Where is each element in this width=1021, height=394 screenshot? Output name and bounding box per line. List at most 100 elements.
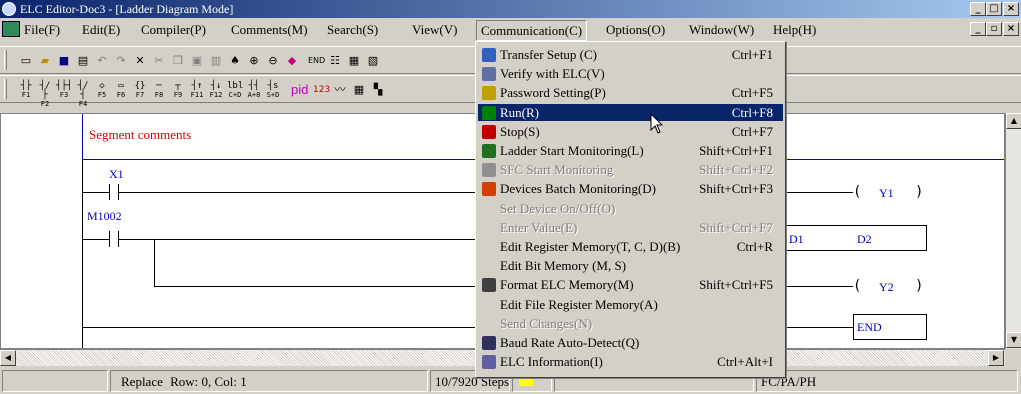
menu-item-sfc-start-monitoring[interactable]: SFC Start Monitoring Shift+Ctrl+F2 bbox=[478, 161, 783, 178]
menu-item-baud-rate-auto-detect[interactable]: Baud Rate Auto-Detect(Q) bbox=[478, 334, 783, 351]
doc-close-button[interactable]: × bbox=[1003, 22, 1019, 36]
f2-contact-icon[interactable]: ┤/├ F2 bbox=[37, 82, 53, 109]
shift-d-icon[interactable]: ┤s S+D bbox=[265, 82, 281, 100]
menu-item-verify-with-elc[interactable]: Verify with ELC(V) bbox=[478, 65, 783, 82]
zoom-out-icon[interactable]: ⊖ bbox=[265, 53, 281, 69]
menu-item-edit-file-register-memory[interactable]: Edit File Register Memory(A) bbox=[478, 296, 783, 313]
contact-label-m1002: M1002 bbox=[87, 209, 122, 223]
doc-restore-button[interactable]: ▫ bbox=[986, 22, 1002, 36]
menu-item-enter-value[interactable]: Enter Value(E) Shift+Ctrl+F7 bbox=[478, 219, 783, 236]
coil-y2-left[interactable]: ( bbox=[853, 278, 861, 294]
label-icon[interactable]: lbl C+D bbox=[227, 82, 243, 100]
grid-icon[interactable]: ▦ bbox=[351, 82, 367, 98]
coil-y2-right[interactable]: ) bbox=[915, 278, 923, 294]
menu-item-shortcut: Shift+Ctrl+F3 bbox=[699, 181, 773, 197]
coil-y1-left[interactable]: ( bbox=[853, 184, 861, 200]
menu-comments[interactable]: Comments(M) bbox=[231, 22, 308, 38]
maximize-button[interactable]: □ bbox=[986, 2, 1002, 16]
f7-bracket-icon[interactable]: {} F7 bbox=[132, 82, 148, 100]
menu-item-ladder-start-monitoring[interactable]: Ladder Start Monitoring(L) Shift+Ctrl+F1 bbox=[478, 142, 783, 159]
menu-item-shortcut: Shift+Ctrl+F1 bbox=[699, 143, 773, 158]
zoom-in-icon[interactable]: ⊕ bbox=[246, 53, 262, 69]
f11-rising-icon[interactable]: ┤↑ F11 bbox=[189, 82, 205, 100]
wave-icon[interactable]: 〰 bbox=[332, 82, 348, 98]
menu-edit[interactable]: Edit(E) bbox=[82, 22, 120, 38]
instruction-mode-icon[interactable]: ▦ bbox=[346, 53, 362, 69]
scroll-left-icon[interactable]: ◀ bbox=[0, 350, 16, 366]
new-file-icon[interactable]: ▭ bbox=[18, 53, 34, 69]
sfc-mode-icon[interactable]: ▧ bbox=[365, 53, 381, 69]
end-instruction[interactable]: END bbox=[853, 314, 927, 340]
paste-special-icon[interactable]: ▥ bbox=[208, 53, 224, 69]
instruction-box[interactable]: D1 D2 bbox=[787, 225, 927, 251]
numbers-icon[interactable]: 123 bbox=[313, 82, 330, 98]
menu-item-transfer-setup[interactable]: Transfer Setup (C) Ctrl+F1 bbox=[478, 46, 783, 63]
vertical-scrollbar[interactable]: ▲ ▼ bbox=[1005, 113, 1021, 349]
f8-horizontal-line-icon[interactable]: ─ F8 bbox=[151, 82, 167, 100]
menu-item-run[interactable]: Run(R) Ctrl+F8 bbox=[478, 103, 783, 121]
cut-icon[interactable]: ✂ bbox=[151, 53, 167, 69]
menu-item-edit-bit-memory[interactable]: Edit Bit Memory (M, S) bbox=[478, 257, 783, 274]
menu-item-label: Password Setting(P) bbox=[500, 85, 606, 101]
menu-item-password-setting[interactable]: Password Setting(P) Ctrl+F5 bbox=[478, 84, 783, 101]
menu-item-stop[interactable]: Stop(S) Ctrl+F7 bbox=[478, 123, 783, 140]
f3-contact-icon[interactable]: ┤├┤ F3 bbox=[56, 82, 72, 100]
menu-item-edit-register-memory[interactable]: Edit Register Memory(T, C, D)(B) Ctrl+R bbox=[478, 238, 783, 255]
app-icon[interactable] bbox=[2, 2, 16, 16]
menu-communication[interactable]: Communication(C) bbox=[476, 20, 588, 41]
f9-vertical-line-icon[interactable]: ┬ F9 bbox=[170, 82, 186, 100]
contact-m1002-left[interactable] bbox=[109, 231, 110, 247]
ladder-end-icon[interactable]: END bbox=[308, 53, 325, 69]
coil-y1-right[interactable]: ) bbox=[915, 184, 923, 200]
status-position: Row: 0, Col: 1 bbox=[170, 374, 247, 389]
open-folder-icon[interactable]: ▰ bbox=[37, 53, 53, 69]
ladder-mode-icon[interactable]: ☷ bbox=[327, 53, 343, 69]
pid-button[interactable]: pid bbox=[291, 82, 308, 97]
redo-icon[interactable]: ↷ bbox=[113, 53, 129, 69]
menu-file[interactable]: File(F) bbox=[24, 22, 60, 38]
doc-minimize-button[interactable]: _ bbox=[970, 22, 986, 36]
menu-options[interactable]: Options(O) bbox=[606, 22, 665, 38]
menu-window[interactable]: Window(W) bbox=[689, 22, 754, 38]
menu-item-set-device-on-off[interactable]: Set Device On/Off(O) bbox=[478, 200, 783, 217]
rung-wire bbox=[83, 327, 477, 328]
minimize-button[interactable]: _ bbox=[970, 2, 986, 16]
end-label: END bbox=[857, 320, 882, 334]
delete-icon[interactable]: ✕ bbox=[132, 53, 148, 69]
menu-item-elc-information[interactable]: ELC Information(I) Ctrl+Alt+I bbox=[478, 353, 783, 370]
copy-icon[interactable]: ❐ bbox=[170, 53, 186, 69]
menu-compiler[interactable]: Compiler(P) bbox=[141, 22, 206, 38]
alt-f8-icon[interactable]: ┤┤ A+8 bbox=[246, 82, 262, 100]
menu-item-send-changes[interactable]: Send Changes(N) bbox=[478, 315, 783, 332]
f5-coil-icon[interactable]: ◇ F5 bbox=[94, 82, 110, 100]
paste-icon[interactable]: ▣ bbox=[189, 53, 205, 69]
rung-wire bbox=[787, 286, 853, 287]
f1-contact-icon[interactable]: ┤├ F1 bbox=[18, 82, 34, 100]
menu-help[interactable]: Help(H) bbox=[773, 22, 816, 38]
left-power-rail bbox=[82, 160, 83, 348]
menu-view[interactable]: View(V) bbox=[412, 22, 457, 38]
scroll-right-icon[interactable]: ▶ bbox=[988, 350, 1004, 366]
print-icon[interactable]: ▤ bbox=[75, 53, 91, 69]
scroll-up-icon[interactable]: ▲ bbox=[1006, 113, 1021, 129]
toolbar-grip[interactable] bbox=[4, 50, 7, 70]
f4-contact-icon[interactable]: ┤/┤ F4 bbox=[75, 82, 91, 109]
menu-item-devices-batch-monitoring[interactable]: Devices Batch Monitoring(D) Shift+Ctrl+F3 bbox=[478, 180, 783, 197]
toolbar-grip-2[interactable] bbox=[4, 79, 7, 99]
save-icon[interactable]: ■ bbox=[56, 53, 72, 69]
menu-item-format-elc-memory[interactable]: Format ELC Memory(M) Shift+Ctrl+F5 bbox=[478, 276, 783, 293]
menu-item-shortcut: Ctrl+F8 bbox=[731, 104, 773, 120]
close-button[interactable]: × bbox=[1003, 2, 1019, 16]
help-book-icon[interactable]: ◆ bbox=[284, 53, 300, 69]
f12-falling-icon[interactable]: ┤↓ F12 bbox=[208, 82, 224, 100]
document-icon[interactable] bbox=[2, 21, 20, 37]
menu-search[interactable]: Search(S) bbox=[327, 22, 378, 38]
undo-icon[interactable]: ↶ bbox=[94, 53, 110, 69]
chart-icon[interactable]: ▚ bbox=[370, 82, 386, 98]
find-icon[interactable]: ♠ bbox=[227, 53, 243, 69]
menu-item-label: Verify with ELC(V) bbox=[500, 66, 605, 82]
contact-x1-left[interactable] bbox=[109, 184, 110, 200]
scroll-down-icon[interactable]: ▼ bbox=[1006, 332, 1021, 348]
menu-item-label: Ladder Start Monitoring(L) bbox=[500, 143, 644, 158]
f6-application-icon[interactable]: ▭ F6 bbox=[113, 82, 129, 100]
